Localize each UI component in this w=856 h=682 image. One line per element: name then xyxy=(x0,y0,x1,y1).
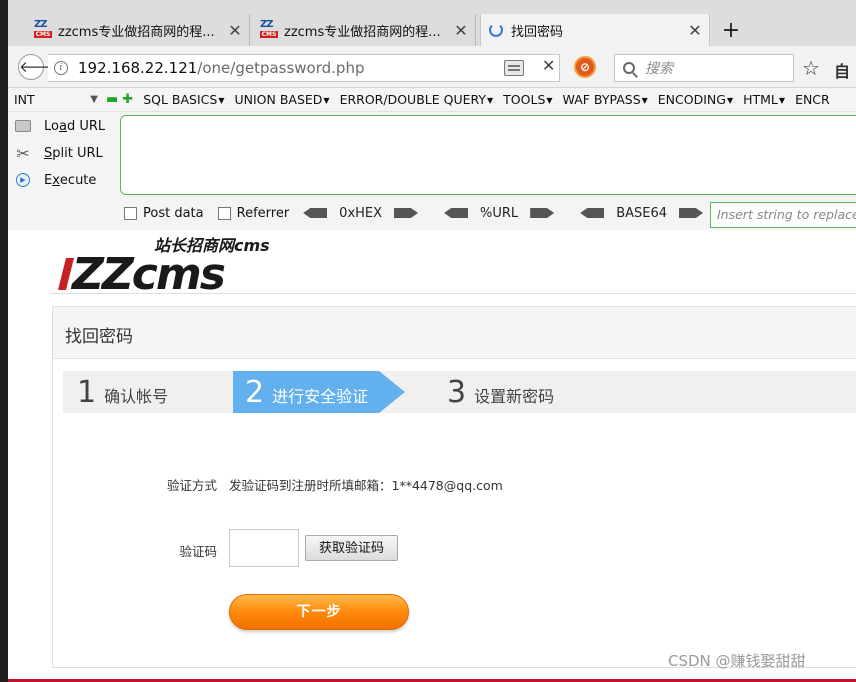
tab-title: zzcms专业做招商网的程... xyxy=(58,24,215,40)
close-tab-icon[interactable]: ✕ xyxy=(227,21,243,40)
logo-subtitle: 站长招商网cms xyxy=(154,236,270,255)
library-icon[interactable]: 自 xyxy=(834,58,850,82)
play-icon: ▶ xyxy=(14,171,32,189)
page-content: ZZcms 站长招商网cms 找回密码 1 确认帐号 2 进行安全验证 3 设置… xyxy=(8,230,856,682)
hackbar-options: Post data Referrer 0xHEX %URL BASE64 xyxy=(124,202,729,224)
injection-type-select[interactable]: INT ▼ xyxy=(10,90,102,110)
split-url-button[interactable]: ✂ Split URL xyxy=(14,143,102,163)
stop-loading-icon[interactable]: ✕ xyxy=(542,56,555,75)
menu-encoding[interactable]: ENCODING▼ xyxy=(658,92,733,107)
panel-header: 找回密码 xyxy=(53,307,856,359)
csdn-watermark: CSDN @赚钱娶甜甜 xyxy=(668,652,806,670)
reader-view-icon[interactable] xyxy=(504,60,524,76)
header-divider xyxy=(50,293,856,294)
url-path: /one/getpassword.php xyxy=(197,59,365,77)
load-url-button[interactable]: Lo a d URL xyxy=(14,117,105,135)
addon-icon[interactable]: ⊘ xyxy=(574,56,596,78)
verify-method-value: 发验证码到注册时所填邮箱：1**4478@qq.com xyxy=(229,478,503,493)
menu-sql-basics[interactable]: SQL BASICS▼ xyxy=(143,92,224,107)
verify-code-label: 验证码 xyxy=(179,544,217,559)
scissors-icon: ✂ xyxy=(16,143,30,163)
zzcms-logo[interactable]: ZZcms 站长招商网cms xyxy=(58,234,298,300)
hex-encoder: 0xHEX xyxy=(303,206,419,221)
increase-icon[interactable]: ✚ xyxy=(122,92,133,107)
close-tab-icon[interactable]: ✕ xyxy=(687,21,703,40)
tab-title: 找回密码 xyxy=(511,24,564,40)
url-encode-arrow-icon[interactable] xyxy=(530,208,555,218)
search-placeholder: 搜索 xyxy=(645,61,673,77)
panel-title: 找回密码 xyxy=(65,327,133,347)
menu-tools[interactable]: TOOLS▼ xyxy=(503,92,552,107)
step-set-new-password: 3 设置新密码 xyxy=(447,374,555,410)
referrer-checkbox[interactable]: Referrer xyxy=(217,206,289,221)
menu-union-based[interactable]: UNION BASED▼ xyxy=(234,92,329,107)
hackbar-panel: Lo a d URL ✂ Split URL ▶ Ex ecute Post data… xyxy=(8,112,856,230)
url-encoder: %URL xyxy=(444,206,555,221)
load-url-icon xyxy=(14,117,32,135)
logo-wordmark: ZZcms xyxy=(70,249,225,292)
hackbar-url-textarea[interactable] xyxy=(120,115,856,195)
tab-zzcms-1[interactable]: ZZ CMS zzcms专业做招商网的程... ✕ xyxy=(28,14,250,46)
tab-zzcms-2[interactable]: ZZ CMS zzcms专业做招商网的程... ✕ xyxy=(254,14,476,46)
search-input[interactable]: 搜索 xyxy=(614,54,794,82)
base64-encoder: BASE64 xyxy=(580,206,704,221)
tab-getpassword[interactable]: 找回密码 ✕ xyxy=(480,14,710,46)
url-host: 192.168.22.121 xyxy=(78,59,198,77)
site-info-icon[interactable]: i xyxy=(54,61,68,75)
loading-spinner-icon xyxy=(489,23,503,37)
menu-encryption[interactable]: ENCR xyxy=(795,92,830,107)
tab-strip: ZZ CMS zzcms专业做招商网的程... ✕ ZZ CMS zzcms专业… xyxy=(8,0,856,46)
url-bar[interactable]: i 192.168.22.121/one/getpassword.php ✕ xyxy=(48,54,560,82)
new-tab-button[interactable]: + xyxy=(716,16,746,46)
base64-encode-arrow-icon[interactable] xyxy=(679,208,704,218)
menu-error-double-query[interactable]: ERROR/DOUBLE QUERY▼ xyxy=(340,92,494,107)
get-code-button[interactable]: 获取验证码 xyxy=(305,535,398,561)
verify-code-input[interactable] xyxy=(229,529,299,567)
bookmark-star-icon[interactable]: ☆ xyxy=(802,56,820,80)
close-tab-icon[interactable]: ✕ xyxy=(453,21,469,40)
hackbar-toolbar: INT ▼ ▬ ✚ SQL BASICS▼ UNION BASED▼ ERROR… xyxy=(8,88,856,112)
post-data-checkbox[interactable]: Post data xyxy=(124,206,204,221)
zzcms-favicon-icon: ZZ CMS xyxy=(260,19,278,38)
back-button[interactable]: 🡐 xyxy=(18,54,59,80)
step-confirm-account: 1 确认帐号 xyxy=(77,374,169,410)
recover-password-panel: 找回密码 1 确认帐号 2 进行安全验证 3 设置新密码 验证方式 发验证码到注… xyxy=(52,306,856,668)
url-decode-arrow-icon[interactable] xyxy=(444,208,469,218)
chevron-down-icon: ▼ xyxy=(90,94,98,105)
step-security-verify: 2 进行安全验证 xyxy=(233,371,405,413)
hex-encode-arrow-icon[interactable] xyxy=(394,208,419,218)
zzcms-favicon-icon: ZZ CMS xyxy=(34,19,52,38)
verify-method-label: 验证方式 xyxy=(166,478,217,493)
window-left-edge xyxy=(0,0,8,682)
step-indicator: 1 确认帐号 2 进行安全验证 3 设置新密码 xyxy=(63,371,856,413)
menu-html[interactable]: HTML▼ xyxy=(743,92,785,107)
next-step-button[interactable]: 下一步 xyxy=(229,594,409,630)
replace-string-input[interactable]: Insert string to replace xyxy=(710,202,856,228)
menu-waf-bypass[interactable]: WAF BYPASS▼ xyxy=(563,92,648,107)
tab-title: zzcms专业做招商网的程... xyxy=(284,24,441,40)
execute-button[interactable]: ▶ Ex ecute xyxy=(14,171,96,189)
search-icon xyxy=(623,62,635,74)
injection-type-value: INT xyxy=(14,92,35,107)
navigation-bar: 🡐 i 192.168.22.121/one/getpassword.php ✕… xyxy=(8,46,856,88)
hex-decode-arrow-icon[interactable] xyxy=(303,208,328,218)
decrease-icon[interactable]: ▬ xyxy=(106,92,118,107)
base64-decode-arrow-icon[interactable] xyxy=(580,208,605,218)
